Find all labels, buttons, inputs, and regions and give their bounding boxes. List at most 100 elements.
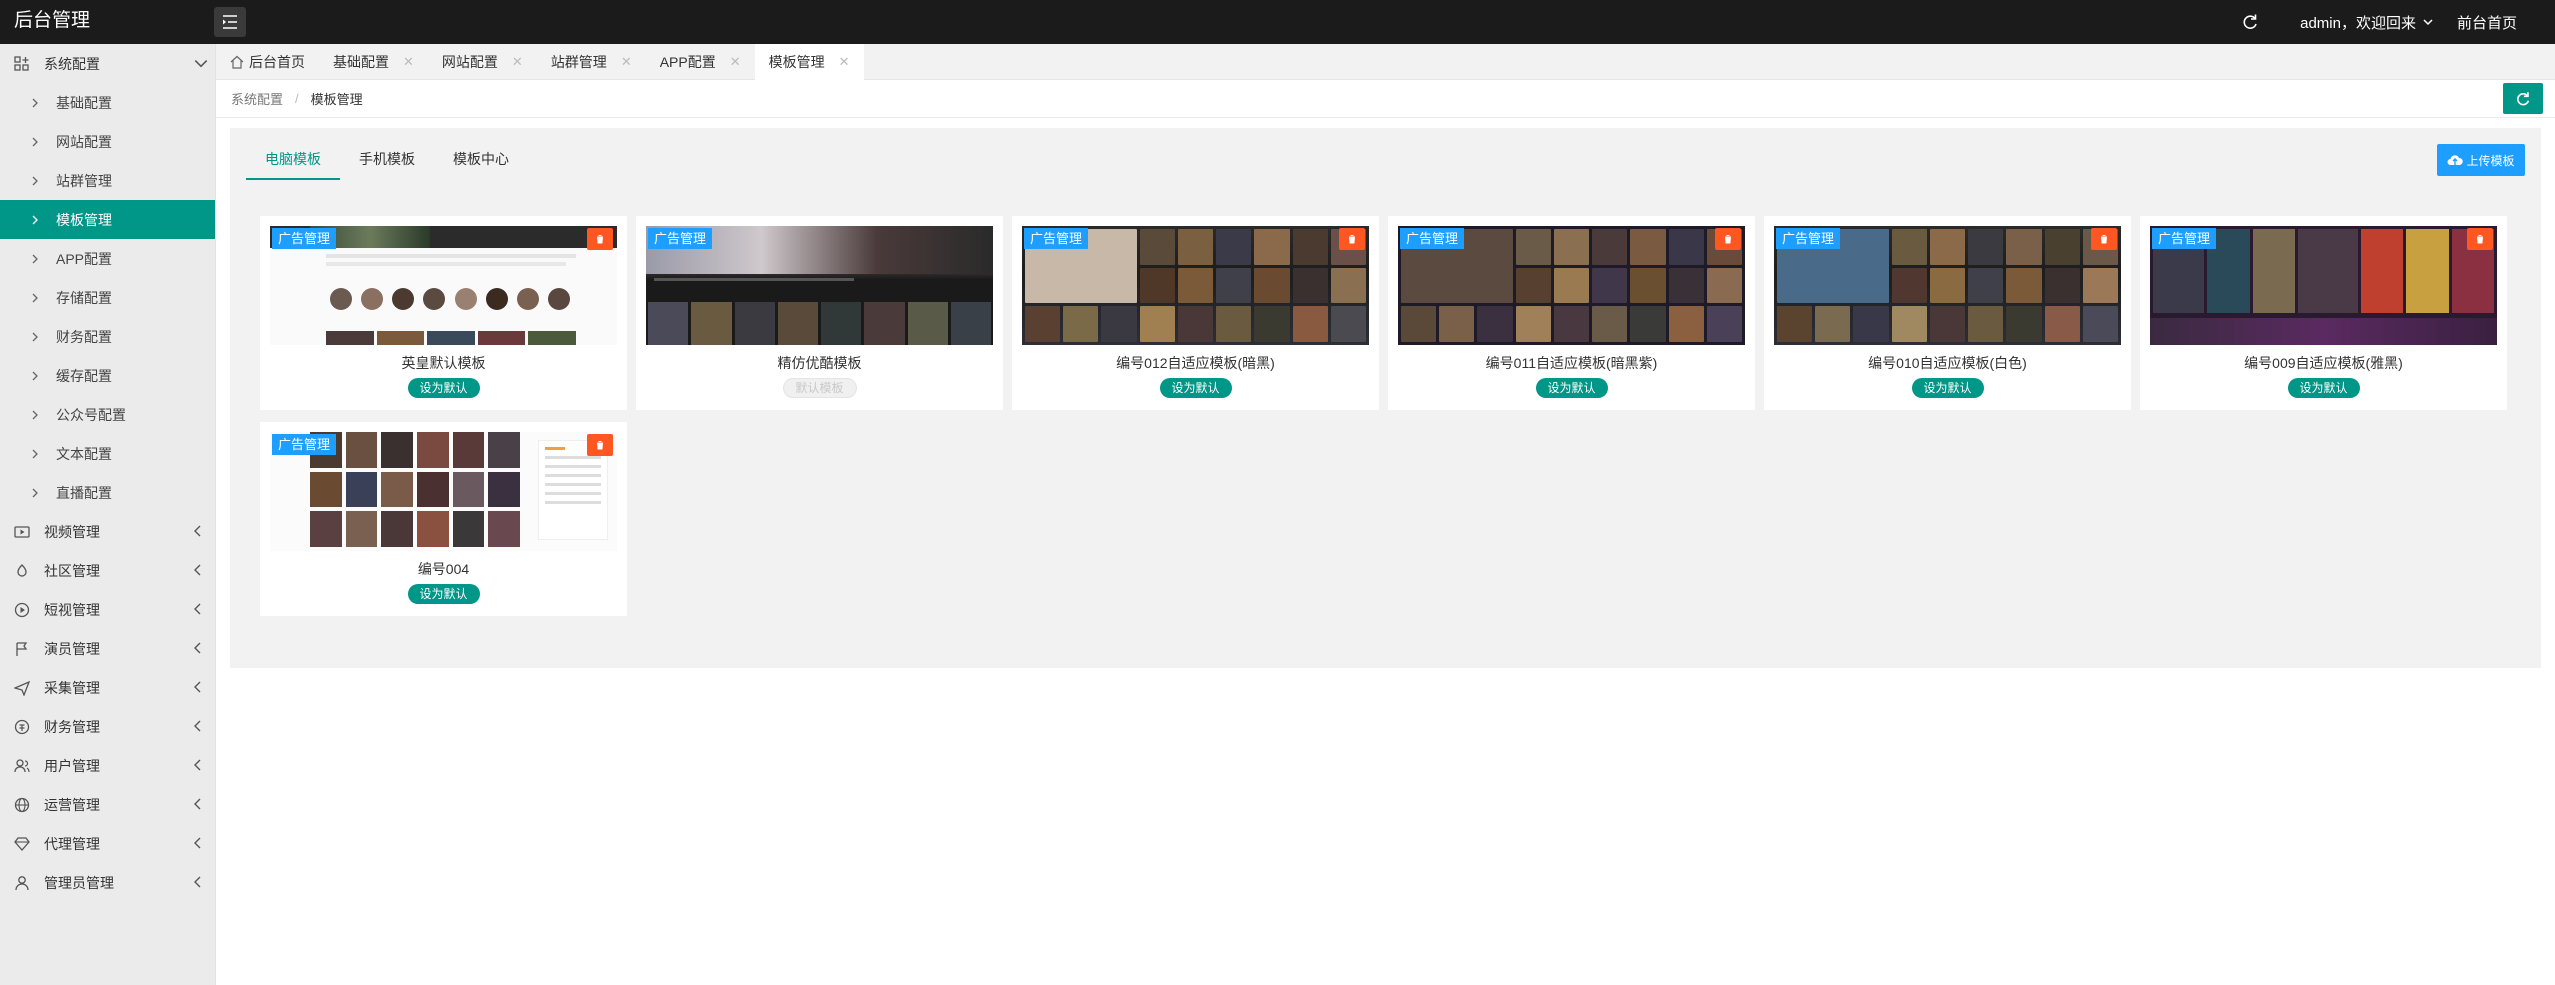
user-menu[interactable]: admin，欢迎回来 — [2300, 12, 2435, 33]
delete-button[interactable] — [1715, 228, 1741, 250]
delete-button[interactable] — [2091, 228, 2117, 250]
tab-pc-templates[interactable]: 电脑模板 — [246, 138, 340, 180]
flag-icon — [14, 641, 30, 657]
template-panel: 电脑模板 手机模板 模板中心 上传模板 广告管理 英皇默认模板 设为默认 广告管… — [230, 128, 2541, 668]
chevron-right-icon — [32, 449, 38, 458]
ad-manage-badge[interactable]: 广告管理 — [272, 228, 337, 249]
community-icon — [14, 563, 30, 579]
set-default-button[interactable]: 设为默认 — [1159, 378, 1232, 398]
sidebar-item-collect[interactable]: 采集管理 — [0, 668, 215, 707]
sidebar-item-actor[interactable]: 演员管理 — [0, 629, 215, 668]
set-default-button[interactable]: 设为默认 — [1535, 378, 1608, 398]
close-icon[interactable]: ✕ — [403, 54, 414, 70]
chevron-right-icon — [32, 254, 38, 263]
set-default-button[interactable]: 设为默认 — [407, 584, 480, 604]
sidebar-item-admins[interactable]: 管理员管理 — [0, 863, 215, 902]
sidebar-item-community[interactable]: 社区管理 — [0, 551, 215, 590]
tab-site-group[interactable]: 站群管理 ✕ — [537, 44, 646, 80]
tab-basic-config[interactable]: 基础配置 ✕ — [319, 44, 428, 80]
sidebar-item-label: 代理管理 — [44, 835, 100, 852]
set-default-button[interactable]: 设为默认 — [1911, 378, 1984, 398]
tab-app-config[interactable]: APP配置 ✕ — [646, 44, 755, 80]
ad-manage-badge[interactable]: 广告管理 — [2152, 228, 2217, 249]
sidebar-sub-finance-config[interactable]: 财务配置 — [0, 317, 215, 356]
set-default-button[interactable]: 设为默认 — [407, 378, 480, 398]
template-title: 编号010自适应模板(白色) — [1868, 355, 2027, 371]
sidebar-sub-live-config[interactable]: 直播配置 — [0, 473, 215, 512]
tab-dashboard[interactable]: 后台首页 — [216, 44, 319, 80]
template-thumbnail[interactable]: 广告管理 — [1398, 226, 1745, 345]
menu-toggle-button[interactable] — [214, 7, 246, 37]
ad-manage-badge[interactable]: 广告管理 — [1400, 228, 1465, 249]
chevron-right-icon — [32, 371, 38, 380]
sidebar: 系统配置 基础配置 网站配置 站群管理 模板管理 APP配置 存储配置 财务配置… — [0, 44, 216, 985]
template-title: 编号004 — [417, 561, 470, 577]
breadcrumb: 系统配置 / 模板管理 — [216, 80, 2555, 118]
sidebar-sub-cache-config[interactable]: 缓存配置 — [0, 356, 215, 395]
ad-manage-badge[interactable]: 广告管理 — [272, 434, 337, 455]
sidebar-item-label: 视频管理 — [44, 523, 100, 540]
delete-button[interactable] — [587, 434, 613, 456]
menu-fold-icon — [223, 15, 237, 29]
close-icon[interactable]: ✕ — [512, 54, 523, 70]
upload-template-button[interactable]: 上传模板 — [2437, 144, 2525, 176]
sidebar-item-agent[interactable]: 代理管理 — [0, 824, 215, 863]
sidebar-item-short-video[interactable]: 短视管理 — [0, 590, 215, 629]
default-template-label: 默认模板 — [782, 378, 857, 398]
ad-manage-badge[interactable]: 广告管理 — [1776, 228, 1841, 249]
sidebar-item-finance[interactable]: 财务管理 — [0, 707, 215, 746]
tab-label: APP配置 — [659, 54, 716, 70]
delete-button[interactable] — [587, 228, 613, 250]
template-thumbnail[interactable]: 广告管理 — [1774, 226, 2121, 345]
template-card: 广告管理 英皇默认模板 设为默认 — [260, 216, 627, 410]
video-icon — [14, 524, 30, 540]
ad-manage-badge[interactable]: 广告管理 — [1024, 228, 1089, 249]
sidebar-sub-storage-config[interactable]: 存储配置 — [0, 278, 215, 317]
sidebar-item-label: 财务管理 — [44, 718, 100, 735]
template-thumbnail[interactable]: 广告管理 — [646, 226, 993, 345]
wallet-icon — [14, 719, 30, 735]
page-tabs: 后台首页 基础配置 ✕ 网站配置 ✕ 站群管理 ✕ APP配置 ✕ 模板管理 ✕ — [216, 44, 2555, 80]
user-icon — [14, 875, 30, 891]
ad-manage-badge[interactable]: 广告管理 — [648, 228, 713, 249]
sidebar-item-label: 管理员管理 — [44, 874, 114, 891]
sidebar-item-users[interactable]: 用户管理 — [0, 746, 215, 785]
tab-template-manage[interactable]: 模板管理 ✕ — [754, 44, 864, 80]
template-thumbnail[interactable]: 广告管理 — [1022, 226, 1369, 345]
sidebar-item-operations[interactable]: 运营管理 — [0, 785, 215, 824]
template-card: 广告管理 编号012自适应模板(暗黑) 设为默认 — [1012, 216, 1379, 410]
sidebar-sub-template-manage[interactable]: 模板管理 — [0, 200, 215, 239]
sidebar-sub-text-config[interactable]: 文本配置 — [0, 434, 215, 473]
close-icon[interactable]: ✕ — [621, 54, 632, 70]
tab-template-center[interactable]: 模板中心 — [434, 138, 528, 180]
sidebar-item-video[interactable]: 视频管理 — [0, 512, 215, 551]
close-icon[interactable]: ✕ — [730, 54, 741, 70]
template-thumbnail[interactable]: 广告管理 — [270, 226, 617, 345]
chevron-right-icon — [32, 293, 38, 302]
upload-label: 上传模板 — [2466, 153, 2515, 168]
refresh-icon[interactable] — [2240, 12, 2260, 32]
trash-icon — [1724, 235, 1732, 244]
trash-icon — [2476, 235, 2484, 244]
sidebar-sub-site-config[interactable]: 网站配置 — [0, 122, 215, 161]
delete-button[interactable] — [1339, 228, 1365, 250]
set-default-button[interactable]: 设为默认 — [2287, 378, 2360, 398]
template-thumbnail[interactable]: 广告管理 — [270, 432, 617, 551]
delete-button[interactable] — [2467, 228, 2493, 250]
tab-site-config[interactable]: 网站配置 ✕ — [428, 44, 537, 80]
template-thumbnail[interactable]: 广告管理 — [2150, 226, 2497, 345]
sidebar-sub-site-group[interactable]: 站群管理 — [0, 161, 215, 200]
refresh-button[interactable] — [2503, 83, 2543, 114]
chevron-right-icon — [32, 215, 38, 224]
breadcrumb-parent[interactable]: 系统配置 — [231, 89, 283, 108]
chevron-right-icon — [32, 332, 38, 341]
tab-mobile-templates[interactable]: 手机模板 — [340, 138, 434, 180]
sidebar-sub-wechat-config[interactable]: 公众号配置 — [0, 395, 215, 434]
close-icon[interactable]: ✕ — [839, 54, 850, 70]
trash-icon — [596, 235, 604, 244]
sidebar-item-system-config[interactable]: 系统配置 — [0, 44, 215, 83]
sidebar-sub-basic-config[interactable]: 基础配置 — [0, 83, 215, 122]
sidebar-sub-label: 公众号配置 — [56, 406, 126, 423]
frontend-home-link[interactable]: 前台首页 — [2457, 12, 2517, 33]
sidebar-sub-app-config[interactable]: APP配置 — [0, 239, 215, 278]
